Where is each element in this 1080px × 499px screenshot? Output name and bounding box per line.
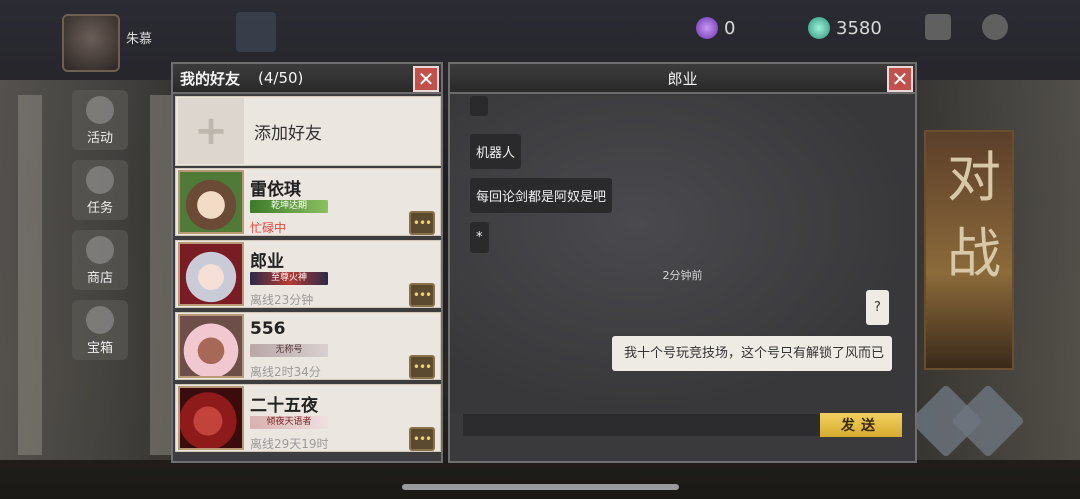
chat-messages[interactable]: 机器人 每回论剑都是阿奴是吧 * 2分钟前 ? 我十个号玩竞技场，这个号只有解锁… (450, 96, 915, 414)
friends-panel: 我的好友 (4/50) ✕ + 添加好友 雷依琪 乾坤达期 忙碌中 ••• 郎业 至尊火神… (171, 62, 443, 463)
chat-bubble-icon[interactable]: ••• (409, 355, 435, 379)
friend-name: 雷依琪 (250, 180, 301, 200)
friend-row[interactable]: 二十五夜 倾夜天语者离线29天19时 ••• (175, 384, 441, 452)
friend-row[interactable]: 雷依琪 乾坤达期忙碌中 ••• (175, 168, 441, 236)
chat-panel-header: 郎业 (450, 64, 915, 94)
friend-avatar[interactable] (178, 242, 244, 306)
close-icon: ✕ (891, 67, 909, 91)
side-menu-label: 宝箱 (86, 341, 113, 356)
player-name: 朱慕 (126, 32, 153, 47)
activity-icon (86, 96, 114, 124)
side-menu-label: 活动 (86, 131, 113, 146)
resource-jade: 3580 (808, 14, 882, 42)
top-bar: 朱慕 0 3580 (0, 0, 1080, 72)
chat-input[interactable] (463, 414, 820, 436)
home-indicator[interactable] (402, 484, 679, 490)
chat-title: 郎业 (667, 69, 698, 88)
task-icon (86, 166, 114, 194)
friend-status: 离线23分钟 (250, 293, 314, 307)
friend-title-badge: 乾坤达期 (250, 200, 328, 213)
friends-count: (4/50) (258, 69, 304, 87)
friend-name: 556 (250, 319, 286, 339)
chat-message-left: 机器人 (470, 134, 522, 169)
jade-icon (808, 17, 830, 39)
side-menu-label: 任务 (86, 201, 113, 216)
friend-row[interactable]: 郎业 至尊火神离线23分钟 ••• (175, 240, 441, 308)
mail-icon[interactable] (925, 14, 951, 40)
friend-avatar[interactable] (178, 386, 244, 450)
resource-value: 3580 (836, 17, 882, 39)
friend-title-badge: 倾夜天语者 (250, 416, 328, 429)
friend-row[interactable]: 556 无称号离线2时34分 ••• (175, 312, 441, 380)
friend-status: 离线29天19时 (250, 437, 329, 451)
chat-bubble-icon[interactable]: ••• (409, 283, 435, 307)
add-friend-label: 添加好友 (254, 123, 322, 144)
shop-icon (86, 236, 114, 264)
player-avatar[interactable] (62, 14, 120, 72)
gear-icon[interactable] (982, 14, 1008, 40)
friend-title-badge: 无称号 (250, 344, 328, 357)
chat-panel: 郎业 ✕ 机器人 每回论剑都是阿奴是吧 * 2分钟前 ? 我十个号玩竞技场，这个… (448, 62, 917, 463)
side-menu-activity[interactable]: 活动 (72, 90, 128, 150)
friend-status: 离线2时34分 (250, 365, 321, 379)
background-pillar (18, 95, 42, 455)
friends-panel-title: 我的好友 (180, 69, 241, 88)
chat-message-right: 我十个号玩竞技场，这个号只有解锁了风而已 (612, 336, 892, 371)
side-menu-tasks[interactable]: 任务 (72, 160, 128, 220)
duel-label: 对战 (947, 146, 1001, 285)
resource-value: 0 (724, 17, 736, 39)
add-friend-button[interactable]: + 添加好友 (175, 96, 441, 166)
friend-avatar[interactable] (178, 314, 244, 378)
chat-bubble-partial (470, 96, 488, 116)
friend-name: 郎业 (250, 252, 284, 272)
chat-message-left: * (470, 222, 489, 253)
chat-message-left: 每回论剑都是阿奴是吧 (470, 178, 613, 213)
resource-purple-gem: 0 (696, 14, 735, 42)
chest-icon (86, 306, 114, 334)
purple-gem-icon (696, 17, 718, 39)
friend-avatar[interactable] (178, 170, 244, 234)
chat-timestamp: 2分钟前 (662, 269, 703, 282)
plus-icon: + (178, 98, 244, 164)
friend-status: 忙碌中 (250, 221, 287, 235)
send-button[interactable]: 发送 (820, 413, 902, 437)
side-menu-shop[interactable]: 商店 (72, 230, 128, 290)
friends-panel-header: 我的好友 (4/50) (173, 64, 441, 94)
side-menu-chest[interactable]: 宝箱 (72, 300, 128, 360)
friend-title-badge: 至尊火神 (250, 272, 328, 285)
close-friends-button[interactable]: ✕ (413, 66, 439, 92)
chat-bubble-icon[interactable]: ••• (409, 211, 435, 235)
badge-icon[interactable] (236, 12, 276, 52)
close-icon: ✕ (417, 67, 435, 91)
close-chat-button[interactable]: ✕ (887, 66, 913, 92)
chat-message-right: ? (866, 290, 889, 325)
friend-name: 二十五夜 (250, 396, 318, 416)
side-menu-label: 商店 (86, 271, 113, 286)
chat-bubble-icon[interactable]: ••• (409, 427, 435, 451)
